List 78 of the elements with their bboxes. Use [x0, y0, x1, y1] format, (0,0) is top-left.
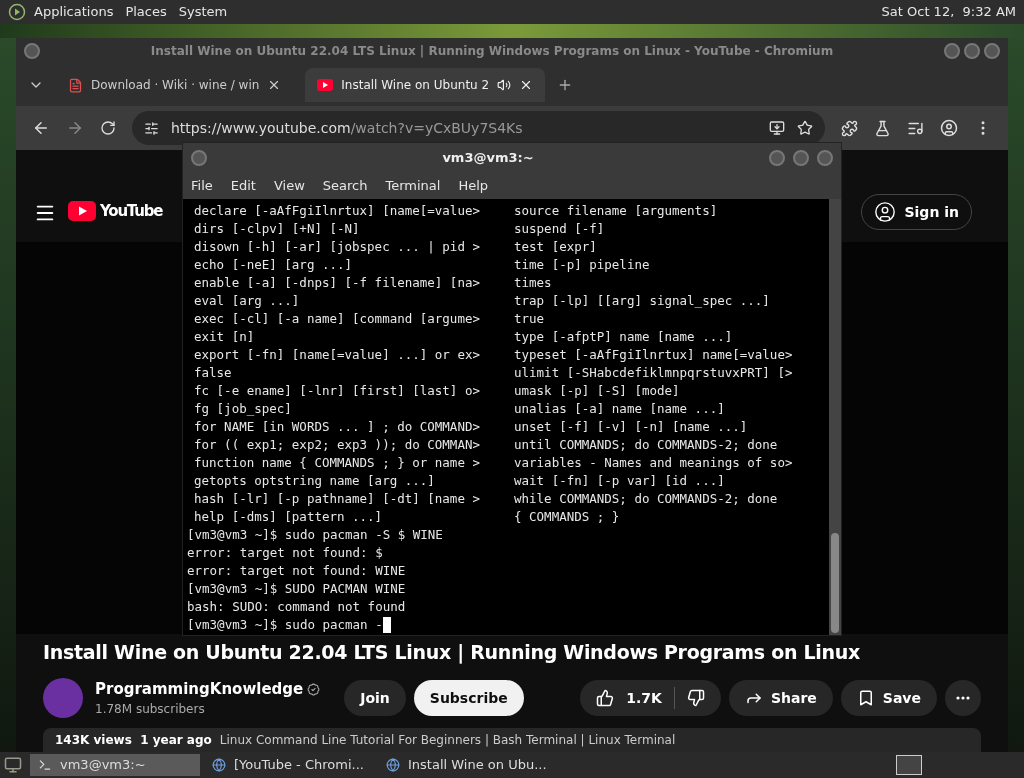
- video-title: Install Wine on Ubuntu 22.04 LTS Linux | Running Windows Programs on Linux: [43, 639, 861, 666]
- taskbar-label: [YouTube - Chromi...: [234, 756, 364, 775]
- terminal-line: hash [-lr] [-p pathname] [-dt] [name >: [194, 490, 481, 508]
- menu-item[interactable]: Help: [458, 176, 489, 196]
- terminal-line: [vm3@vm3 ~]$ sudo pacman -S $ WINE: [187, 526, 443, 544]
- terminal-line: bash: SUDO: command not found: [187, 598, 406, 616]
- taskbar-item[interactable]: Install Wine on Ubu...: [378, 754, 548, 776]
- terminal-line: suspend [-f]: [514, 220, 606, 238]
- terminal-line: times: [514, 274, 553, 292]
- youtube-logo[interactable]: YouTube: [100, 200, 163, 223]
- terminal-line: umask [-p] [-S] [mode]: [514, 382, 681, 400]
- terminal-line: while COMMANDS; do COMMANDS-2; done: [514, 490, 779, 508]
- terminal-line: exec [-cl] [-a name] [command [argume>: [194, 310, 481, 328]
- channel-name[interactable]: ProgrammingKnowledge: [95, 677, 304, 701]
- terminal-line: disown [-h] [-ar] [jobspec ... | pid >: [194, 238, 481, 256]
- like-count[interactable]: 1.7K: [626, 687, 662, 709]
- terminal-line: eval [arg ...]: [194, 292, 301, 310]
- window-title: Install Wine on Ubuntu 22.04 LTS Linux | Running Windows Programs on Linux - YouTube - Chromium: [149, 43, 835, 60]
- tab-title: Install Wine on Ubuntu 2: [341, 77, 490, 94]
- menu-item[interactable]: Edit: [230, 176, 256, 196]
- browser-tab[interactable]: Download · Wiki · wine / win: [56, 68, 294, 102]
- video-tags: Linux Command Line Tutorial For Beginners | Bash Terminal | Linux Terminal: [219, 731, 676, 749]
- terminal-line: help [-dms] [pattern ...]: [194, 508, 384, 526]
- browser-tab[interactable]: Install Wine on Ubuntu 2: [305, 68, 546, 102]
- terminal-line: declare [-aAfFgiIlnrtux] [name[=value>: [194, 202, 481, 220]
- terminal-line: source filename [arguments]: [514, 202, 719, 220]
- terminal-line: dirs [-clpv] [+N] [-N]: [194, 220, 361, 238]
- url-host: https://www.youtube.com: [171, 119, 351, 136]
- panel-menu[interactable]: System: [178, 2, 228, 22]
- url-path: /watch?v=yCxBUy7S4Ks: [350, 119, 523, 136]
- subscribe-button[interactable]: Subscribe: [413, 680, 524, 716]
- terminal-line: getopts optstring name [arg ...]: [194, 472, 436, 490]
- terminal-line: false: [194, 364, 233, 382]
- terminal-line: for NAME [in WORDS ... ] ; do COMMAND>: [194, 418, 481, 436]
- terminal-line: fg [job_spec]: [194, 400, 293, 418]
- share-button[interactable]: Share: [728, 680, 833, 716]
- terminal-line: until COMMANDS; do COMMANDS-2; done: [514, 436, 779, 454]
- terminal-line: { COMMANDS ; }: [514, 508, 621, 526]
- clock[interactable]: Sat Oct 12, 9:32 AM: [881, 2, 1016, 22]
- taskbar-label: Install Wine on Ubu...: [408, 756, 547, 775]
- panel-menu[interactable]: Places: [125, 2, 167, 22]
- terminal-line: unset [-f] [-v] [-n] [name ...]: [514, 418, 749, 436]
- terminal-line: true: [514, 310, 546, 328]
- terminal-line: type [-afptP] name [name ...]: [514, 328, 734, 346]
- tab-title: Download · Wiki · wine / win: [91, 77, 260, 94]
- terminal-title: vm3@vm3:~: [441, 149, 535, 168]
- terminal-line: for (( exp1; exp2; exp3 )); do COMMAN>: [194, 436, 481, 454]
- taskbar-item[interactable]: [YouTube - Chromi...: [204, 754, 374, 776]
- terminal-line: [vm3@vm3 ~]$ sudo pacman -: [187, 616, 383, 634]
- terminal-line: error: target not found: WINE: [187, 562, 406, 580]
- terminal-line: [vm3@vm3 ~]$ SUDO PACMAN WINE: [187, 580, 406, 598]
- menu-item[interactable]: View: [273, 176, 305, 196]
- taskbar-item[interactable]: vm3@vm3:~: [30, 754, 200, 776]
- menu-item[interactable]: Terminal: [385, 176, 441, 196]
- terminal-line: wait [-fn] [-p var] [id ...]: [514, 472, 726, 490]
- terminal-line: enable [-a] [-dnps] [-f filename] [na>: [194, 274, 481, 292]
- terminal-line: echo [-neE] [arg ...]: [194, 256, 354, 274]
- subscriber-count: 1.78M subscribers: [95, 701, 206, 719]
- terminal-line: export [-fn] [name[=value] ...] or ex>: [194, 346, 481, 364]
- menu-item[interactable]: Search: [322, 176, 368, 196]
- terminal-line: error: target not found: $: [187, 544, 383, 562]
- terminal-line: test [expr]: [514, 238, 598, 256]
- address-bar[interactable]: https://www.youtube.com/watch?v=yCxBUy7S4Ks: [132, 111, 825, 145]
- terminal-line: fc [-e ename] [-lnr] [first] [last] o>: [194, 382, 481, 400]
- menu-item[interactable]: File: [191, 176, 213, 196]
- terminal-line: trap [-lp] [[arg] signal_spec ...]: [514, 292, 771, 310]
- terminal-line: exit [n]: [194, 328, 256, 346]
- terminal-line: function name { COMMANDS ; } or name >: [194, 454, 481, 472]
- terminal-line: time [-p] pipeline: [514, 256, 651, 274]
- save-button[interactable]: Save: [840, 680, 937, 716]
- panel-menu[interactable]: Applications: [34, 2, 114, 22]
- terminal-line: unalias [-a] name [name ...]: [514, 400, 726, 418]
- view-stats: 143K views 1 year ago: [55, 732, 212, 749]
- join-button[interactable]: Join: [344, 680, 406, 716]
- terminal-line: typeset [-aAfFgiIlnrtux] name[=value>: [514, 346, 794, 364]
- terminal-line: variables - Names and meanings of so>: [514, 454, 794, 472]
- terminal-line: ulimit [-SHabcdefiklmnpqrstuvxPRT] [>: [514, 364, 794, 382]
- taskbar-label: vm3@vm3:~: [60, 756, 146, 775]
